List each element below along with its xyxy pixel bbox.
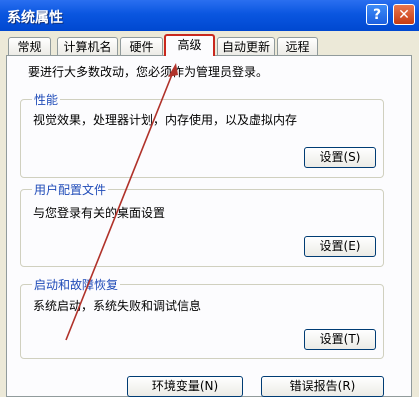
startup-recovery-settings-button[interactable]: 设置(T) (304, 329, 376, 350)
tab-remote[interactable]: 远程 (277, 37, 318, 55)
user-profiles-group: 用户配置文件 与您登录有关的桌面设置 设置(E) (20, 181, 384, 267)
performance-group-title: 性能 (32, 91, 61, 108)
error-reporting-button[interactable]: 错误报告(R) (261, 376, 384, 397)
window-title: 系统属性 (7, 10, 63, 26)
tab-computer-name[interactable]: 计算机名 (57, 37, 118, 55)
startup-recovery-desc: 系统启动，系统失败和调试信息 (33, 299, 202, 313)
tab-general[interactable]: 常规 (8, 37, 51, 55)
performance-settings-button[interactable]: 设置(S) (304, 147, 376, 168)
performance-group: 性能 视觉效果，处理器计划，内存使用，以及虚拟内存 设置(S) (20, 91, 384, 178)
title-bar[interactable]: 系统属性 ? ✕ (0, 0, 419, 31)
startup-recovery-group: 启动和故障恢复 系统启动，系统失败和调试信息 设置(T) (20, 276, 384, 359)
admin-info-text: 要进行大多数改动，您必须作为管理员登录。 (28, 65, 269, 79)
startup-recovery-group-title: 启动和故障恢复 (32, 276, 121, 293)
close-icon[interactable]: ✕ (393, 4, 415, 25)
question-icon[interactable]: ? (366, 4, 388, 25)
tab-hardware[interactable]: 硬件 (120, 37, 163, 55)
tab-advanced[interactable]: 高级 (164, 34, 215, 56)
user-profiles-desc: 与您登录有关的桌面设置 (33, 206, 166, 220)
performance-desc: 视觉效果，处理器计划，内存使用，以及虚拟内存 (33, 113, 298, 127)
tab-automatic-updates[interactable]: 自动更新 (217, 37, 275, 55)
environment-variables-button[interactable]: 环境变量(N) (127, 376, 243, 397)
user-profiles-group-title: 用户配置文件 (32, 181, 109, 198)
tab-strip: 常规 计算机名 硬件 高级 自动更新 远程 (0, 31, 419, 56)
user-profiles-settings-button[interactable]: 设置(E) (304, 236, 376, 257)
